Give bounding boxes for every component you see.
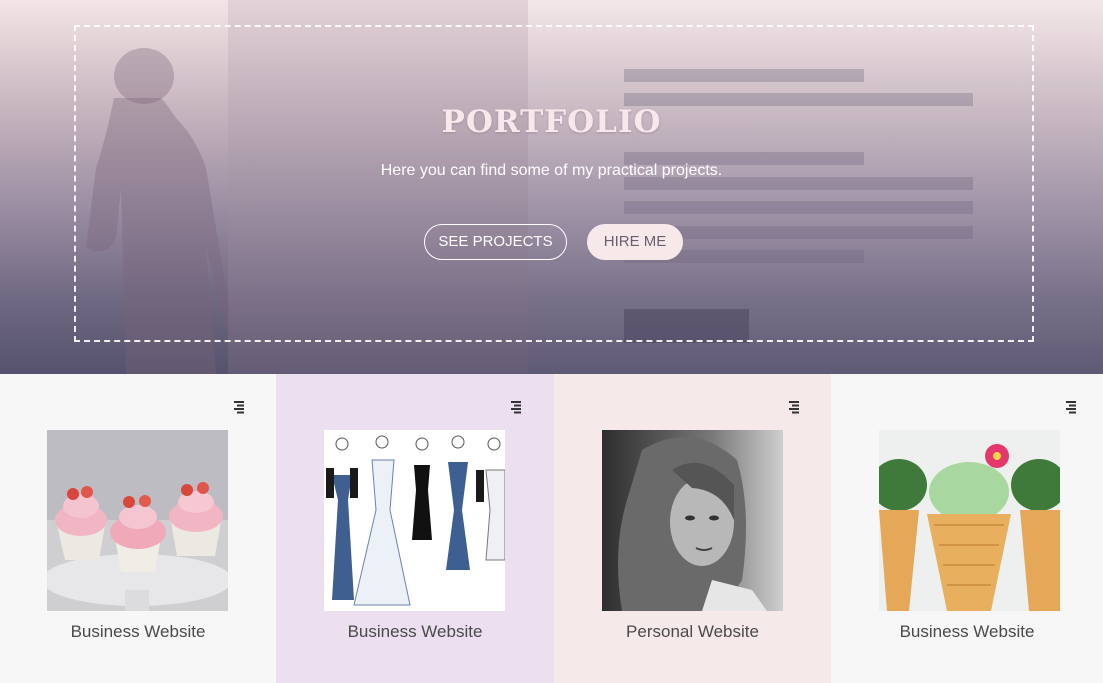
cupcakes-image[interactable] [47, 430, 228, 611]
fashion-sketches-image[interactable] [324, 430, 505, 611]
portfolio-grid: Business Website Business Website Person… [0, 374, 1103, 683]
hero-dashed-frame [74, 25, 1034, 342]
card-caption: Business Website [899, 622, 1035, 641]
menu-lines-icon[interactable] [1064, 400, 1078, 414]
card-caption: Business Website [347, 622, 483, 641]
hero-section: PORTFOLIO Here you can find some of my p… [0, 0, 1103, 374]
menu-lines-icon[interactable] [787, 400, 801, 414]
portfolio-card[interactable]: Business Website [831, 374, 1103, 683]
page-title: PORTFOLIO [441, 104, 662, 140]
portfolio-card[interactable]: Personal Website [554, 374, 831, 683]
menu-lines-icon[interactable] [232, 400, 246, 414]
woman-portrait-image[interactable] [602, 430, 783, 611]
portfolio-card[interactable]: Business Website [0, 374, 276, 683]
ice-cream-cactus-image[interactable] [879, 430, 1060, 611]
menu-lines-icon[interactable] [509, 400, 523, 414]
card-caption: Business Website [70, 622, 206, 641]
card-caption: Personal Website [626, 622, 759, 641]
hire-me-button[interactable]: HIRE ME [587, 224, 683, 260]
see-projects-button[interactable]: SEE PROJECTS [424, 224, 567, 260]
hero-subtitle: Here you can find some of my practical p… [380, 162, 723, 179]
portfolio-card[interactable]: Business Website [276, 374, 554, 683]
